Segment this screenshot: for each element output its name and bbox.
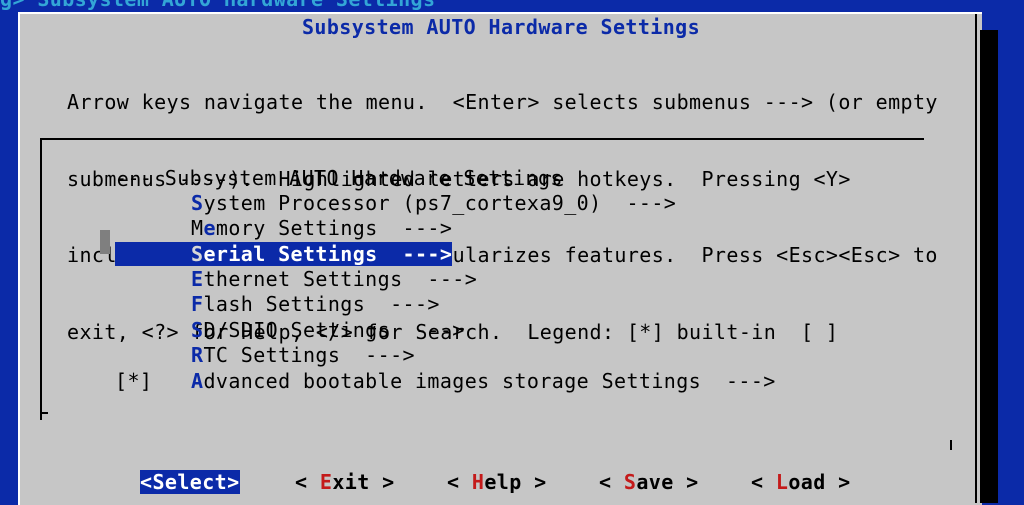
parent-menu-title: g> Subsystem AUTO Hardware Settings <box>0 0 1024 10</box>
save-button[interactable]: < Save > <box>599 470 699 494</box>
menu-item-label: dvanced bootable images storage Settings… <box>203 369 776 393</box>
hotkey-letter: E <box>191 267 204 291</box>
menu-item-memory-settings[interactable]: Memory Settings ---> <box>191 216 452 240</box>
menu-item-label: erial Settings ---> <box>203 242 453 266</box>
menu-item-ethernet-settings[interactable]: Ethernet Settings ---> <box>191 267 477 291</box>
menu-box-corner <box>40 412 48 414</box>
button-bracket: < <box>140 470 153 494</box>
button-label: xit > <box>332 470 395 494</box>
button-label: oad > <box>788 470 851 494</box>
hotkey-letter: L <box>775 470 789 494</box>
hotkey-letter: S <box>623 470 637 494</box>
hotkey-letter: R <box>191 343 204 367</box>
menu-item-label: lash Settings ---> <box>203 292 440 316</box>
hotkey-letter: F <box>191 292 204 316</box>
load-button[interactable]: < Load > <box>751 470 851 494</box>
menu-item-label: TC Settings ---> <box>203 343 415 367</box>
dialog-shadow <box>980 30 998 503</box>
menu-item-label: mory Settings ---> <box>215 216 453 240</box>
help-line: Arrow keys navigate the menu. <Enter> se… <box>67 90 938 114</box>
menu-item-label: ystem Processor (ps7_cortexa9_0) ---> <box>203 191 677 215</box>
select-button[interactable]: <Select> <box>140 470 240 494</box>
button-label: elp > <box>484 470 547 494</box>
button-bracket: < <box>599 470 624 494</box>
menu-item-sdsdio-settings[interactable]: SD/SDIO Settings ---> <box>191 318 465 342</box>
menu-item-serial-settings[interactable]: Serial Settings ---> <box>115 242 453 266</box>
hotkey-letter: E <box>319 470 333 494</box>
dialog-border <box>975 14 977 503</box>
hotkey-letter: A <box>191 369 204 393</box>
menu-item-label: D/SDIO Settings ---> <box>203 318 465 342</box>
button-label: elect> <box>164 470 240 494</box>
button-bracket: < <box>751 470 776 494</box>
menu-header: --- Subsystem AUTO Hardware Settings <box>115 166 563 190</box>
menu-item-label-start: M <box>191 216 204 240</box>
menu-item-advanced-bootable-images[interactable]: Advanced bootable images storage Setting… <box>191 369 776 393</box>
button-label: ave > <box>636 470 699 494</box>
exit-button[interactable]: < Exit > <box>295 470 395 494</box>
hotkey-letter: S <box>152 470 165 494</box>
hotkey-letter: H <box>471 470 485 494</box>
button-bracket: < <box>447 470 472 494</box>
hotkey-letter: S <box>191 242 204 266</box>
menu-item-system-processor[interactable]: System Processor (ps7_cortexa9_0) ---> <box>191 191 676 215</box>
hotkey-letter: e <box>203 216 216 240</box>
dialog-title: Subsystem AUTO Hardware Settings <box>301 15 701 39</box>
menu-item-flash-settings[interactable]: Flash Settings ---> <box>191 292 440 316</box>
selection-cursor <box>100 230 110 254</box>
menu-box-edge <box>950 440 952 450</box>
menu-item-rtc-settings[interactable]: RTC Settings ---> <box>191 343 415 367</box>
button-bracket: < <box>295 470 320 494</box>
hotkey-letter: S <box>191 318 204 342</box>
menu-item-checkbox[interactable]: [*] <box>115 369 152 393</box>
menu-item-label: thernet Settings ---> <box>203 267 478 291</box>
hotkey-letter: S <box>191 191 204 215</box>
help-button[interactable]: < Help > <box>447 470 547 494</box>
